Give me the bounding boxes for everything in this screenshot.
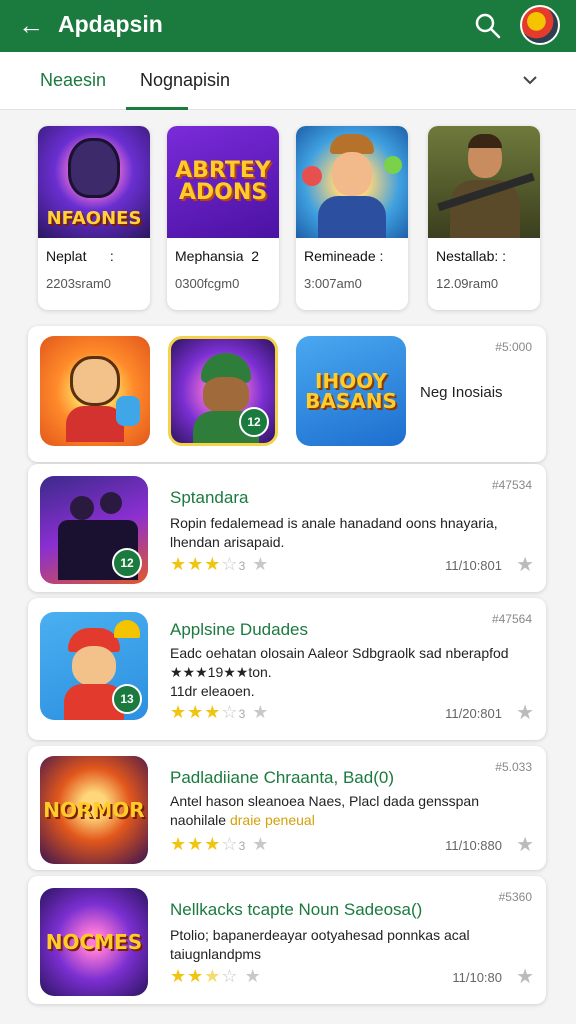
game-name: Neplat : [46, 248, 114, 264]
list-item[interactable]: 13 Applsine Dudades Eadc oehatan olosain… [28, 598, 546, 740]
game-art-title: NORMOR [43, 798, 145, 822]
list-item-title: Nellkacks tcapte Noun Sadeosa() [170, 900, 423, 919]
favorite-star-icon[interactable]: ★ [516, 700, 534, 725]
game-art-title: NOCMES [45, 930, 143, 954]
item-date: 11/10:880 [445, 838, 502, 853]
favorite-star-icon[interactable]: ★ [516, 832, 534, 857]
featured-game-icon[interactable]: 12 [168, 336, 278, 446]
item-code: #47564 [491, 612, 532, 626]
favorite-star-icon[interactable]: ★ [516, 552, 534, 577]
tab-nognapisin[interactable]: Nognapisin [140, 70, 230, 91]
featured-game-icon[interactable] [40, 336, 150, 446]
app-title: Apdapsin [58, 11, 163, 37]
list-item-title: Padladiiane Chraanta, Bad(0) [170, 768, 394, 787]
star-rating: ★★★☆3 ★ [170, 834, 270, 854]
game-thumbnail: ABRTEY ADONS [167, 126, 279, 238]
game-thumbnail [428, 126, 540, 238]
rank-badge: 12 [239, 407, 269, 437]
favorite-star-icon[interactable]: ★ [516, 964, 534, 989]
tab-indicator [126, 107, 188, 110]
list-item[interactable]: 12 Sptandara Ropin fedalemead is anale h… [28, 464, 546, 592]
star-rating: ★★★☆3 ★ [170, 554, 270, 574]
avatar[interactable] [520, 5, 560, 45]
game-icon[interactable]: 13 [40, 612, 148, 720]
game-thumbnail: NFAONES [38, 126, 150, 238]
list-item-desc: Eadc oehatan olosain Aaleor Sdbgraolk sa… [170, 645, 509, 699]
featured-game-icon[interactable]: IHOOY BASANS [296, 336, 406, 446]
list-item-desc: Ptolio; bapanerdeayar ootyahesad ponnkas… [170, 927, 470, 962]
game-card[interactable]: Nestallab: : 12.09ram0 [428, 126, 540, 310]
star-rating: ★★★☆ ★ [170, 966, 262, 986]
game-card[interactable]: Remineade : 3:007am0 [296, 126, 408, 310]
game-icon[interactable]: NOCMES [40, 888, 148, 996]
game-thumbnail [296, 126, 408, 238]
tab-bar: Neaesin Nognapisin [0, 52, 576, 110]
item-code: #47534 [491, 478, 532, 492]
tab-neaesin[interactable]: Neaesin [40, 70, 106, 91]
game-art-title: IHOOY BASANS [305, 369, 397, 413]
item-date: 11/20:801 [445, 706, 502, 721]
game-art-title: ABRTEY ADONS [175, 158, 271, 205]
game-meta: 0300fcgm0 [175, 276, 240, 291]
game-meta: 2203sram0 [46, 276, 112, 291]
item-date: 11/10:801 [445, 558, 502, 573]
search-icon[interactable] [472, 10, 504, 42]
game-name: Nestallab: : [436, 248, 507, 264]
game-meta: 12.09ram0 [436, 276, 499, 291]
featured-label: Neg Inosiais [420, 384, 503, 401]
rank-badge: 12 [112, 548, 142, 578]
list-item-desc: Antel hason sleanoea Naes, Placl dada ge… [170, 793, 479, 828]
star-rating: ★★★☆3 ★ [170, 702, 270, 722]
game-name: Mephansia 2 [175, 248, 260, 264]
game-card[interactable]: ABRTEY ADONS Mephansia 2 0300fcgm0 [167, 126, 279, 310]
list-item-title: Applsine Dudades [170, 620, 308, 639]
game-icon[interactable]: 12 [40, 476, 148, 584]
arrow-left-icon[interactable]: ← [18, 10, 48, 40]
item-code: #5:000 [495, 340, 532, 354]
item-code: #5.033 [495, 760, 532, 774]
list-item[interactable]: NOCMES Nellkacks tcapte Noun Sadeosa() P… [28, 876, 546, 1004]
rank-badge: 13 [112, 684, 142, 714]
game-card[interactable]: NFAONES Neplat : 2203sram0 [38, 126, 150, 310]
chevron-down-icon[interactable] [518, 68, 542, 92]
game-art-title: NFAONES [46, 208, 142, 229]
item-date: 11/10:80 [452, 970, 502, 985]
item-code: #5360 [498, 890, 532, 904]
list-item[interactable]: NORMOR Padladiiane Chraanta, Bad(0) Ante… [28, 746, 546, 870]
list-item-title: Sptandara [170, 488, 249, 507]
game-name: Remineade : [304, 248, 384, 264]
game-icon[interactable]: NORMOR [40, 756, 148, 864]
featured-card[interactable]: 12 IHOOY BASANS #5:000 Neg Inosiais [28, 326, 546, 462]
app-bar: ← Apdapsin [0, 0, 576, 52]
game-meta: 3:007am0 [304, 276, 362, 291]
list-item-desc: Ropin fedalemead is anale hanadand oons … [170, 515, 498, 550]
